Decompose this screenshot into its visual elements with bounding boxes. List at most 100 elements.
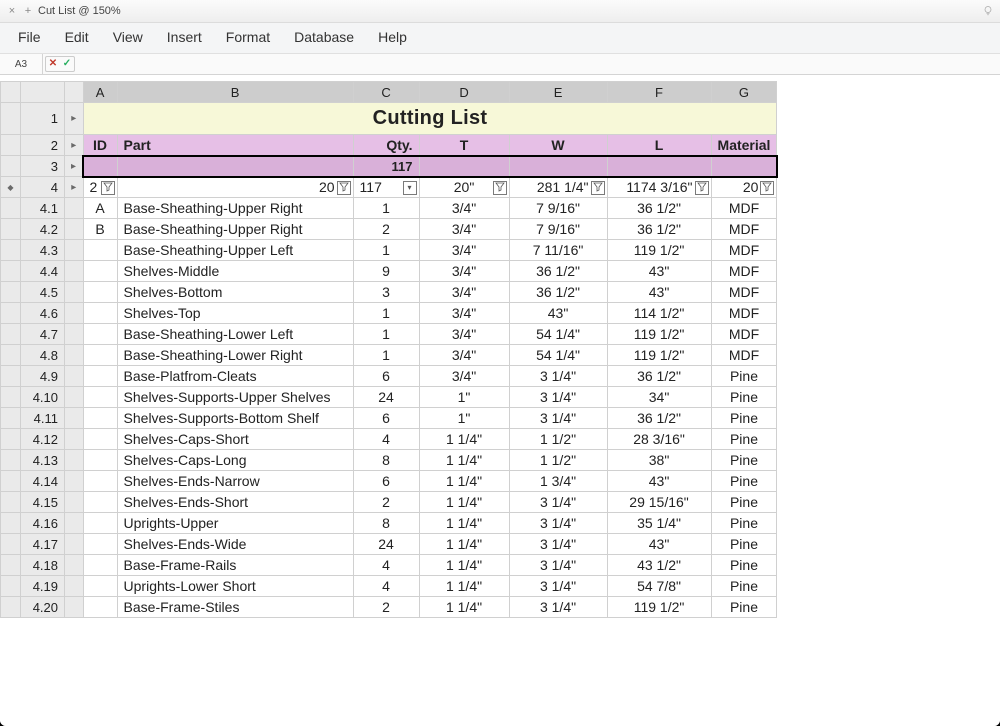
formula-cancel-button[interactable]: ✕ xyxy=(46,57,60,71)
menu-database[interactable]: Database xyxy=(294,29,354,45)
cell-material[interactable]: Pine xyxy=(711,450,777,471)
dropdown-icon[interactable]: ▾ xyxy=(403,181,417,195)
row-header[interactable]: 4.2 xyxy=(21,219,65,240)
cell-w[interactable]: 36 1/2" xyxy=(509,261,607,282)
cell-id[interactable] xyxy=(83,576,117,597)
cell-l[interactable]: 36 1/2" xyxy=(607,408,711,429)
cell-t[interactable]: 1 1/4" xyxy=(419,576,509,597)
cell-id[interactable] xyxy=(83,429,117,450)
close-tab-button[interactable]: × xyxy=(6,5,18,17)
cell[interactable] xyxy=(711,156,777,177)
cell-part[interactable]: Uprights-Upper xyxy=(117,513,353,534)
filter-icon[interactable] xyxy=(760,181,774,195)
summary-t[interactable]: 20" xyxy=(419,177,509,198)
cell-t[interactable]: 3/4" xyxy=(419,366,509,387)
cell-t[interactable]: 1 1/4" xyxy=(419,450,509,471)
cell-material[interactable]: Pine xyxy=(711,429,777,450)
select-all-corner[interactable] xyxy=(1,82,21,103)
cell-material[interactable]: Pine xyxy=(711,555,777,576)
cell-material[interactable]: MDF xyxy=(711,303,777,324)
cell-w[interactable]: 54 1/4" xyxy=(509,345,607,366)
filter-icon[interactable] xyxy=(493,181,507,195)
filter-icon[interactable] xyxy=(695,181,709,195)
cell-w[interactable]: 1 1/2" xyxy=(509,450,607,471)
cell-w[interactable]: 7 9/16" xyxy=(509,198,607,219)
cell-t[interactable]: 1 1/4" xyxy=(419,513,509,534)
cell-part[interactable]: Shelves-Ends-Narrow xyxy=(117,471,353,492)
cell-material[interactable]: MDF xyxy=(711,219,777,240)
row-header[interactable]: 4.12 xyxy=(21,429,65,450)
cell-w[interactable]: 3 1/4" xyxy=(509,597,607,618)
cell-id[interactable] xyxy=(83,282,117,303)
cell-l[interactable]: 54 7/8" xyxy=(607,576,711,597)
cell-qty[interactable]: 2 xyxy=(353,219,419,240)
row-header[interactable]: 4.5 xyxy=(21,282,65,303)
cell-qty[interactable]: 4 xyxy=(353,576,419,597)
cell-w[interactable]: 3 1/4" xyxy=(509,492,607,513)
outline-toggle-icon[interactable]: ▸ xyxy=(65,103,84,135)
cell-t[interactable]: 1 1/4" xyxy=(419,492,509,513)
filter-icon[interactable] xyxy=(101,181,115,195)
cell-qty[interactable]: 8 xyxy=(353,513,419,534)
cell-qty[interactable]: 3 xyxy=(353,282,419,303)
row-header[interactable]: 4.10 xyxy=(21,387,65,408)
cell-w[interactable]: 3 1/4" xyxy=(509,387,607,408)
cell-part[interactable]: Shelves-Ends-Short xyxy=(117,492,353,513)
column-header-F[interactable]: F xyxy=(607,82,711,103)
spreadsheet-grid[interactable]: A B C D E F G 1 ▸ Cutting List 2 ▸ ID xyxy=(0,81,778,618)
cell-qty[interactable]: 4 xyxy=(353,429,419,450)
cell-t[interactable]: 1" xyxy=(419,387,509,408)
cell-part[interactable]: Base-Sheathing-Upper Right xyxy=(117,219,353,240)
cell-part[interactable]: Shelves-Supports-Upper Shelves xyxy=(117,387,353,408)
outline-toggle-icon[interactable]: ▸ xyxy=(65,135,84,156)
cell-qty[interactable]: 24 xyxy=(353,387,419,408)
cell-material[interactable]: MDF xyxy=(711,240,777,261)
cell-part[interactable]: Shelves-Top xyxy=(117,303,353,324)
formula-input[interactable] xyxy=(77,54,1000,74)
row-header[interactable]: 4.11 xyxy=(21,408,65,429)
cell-t[interactable]: 1" xyxy=(419,408,509,429)
cell-material[interactable]: MDF xyxy=(711,324,777,345)
menu-file[interactable]: File xyxy=(18,29,41,45)
summary-qty[interactable]: 117▾ xyxy=(353,177,419,198)
cell-part[interactable]: Base-Sheathing-Lower Left xyxy=(117,324,353,345)
row-header[interactable]: 4.17 xyxy=(21,534,65,555)
header-part[interactable]: Part xyxy=(117,135,353,156)
cell-reference[interactable]: A3 xyxy=(0,54,43,74)
cell-t[interactable]: 3/4" xyxy=(419,240,509,261)
row-header[interactable]: 4.6 xyxy=(21,303,65,324)
menu-help[interactable]: Help xyxy=(378,29,407,45)
cell-id[interactable] xyxy=(83,408,117,429)
cell-qty[interactable]: 1 xyxy=(353,240,419,261)
row-header[interactable]: 4.7 xyxy=(21,324,65,345)
cell-w[interactable]: 43" xyxy=(509,303,607,324)
cell-material[interactable]: Pine xyxy=(711,471,777,492)
menu-insert[interactable]: Insert xyxy=(167,29,202,45)
row-header[interactable]: 4.19 xyxy=(21,576,65,597)
cell-qty[interactable]: 6 xyxy=(353,366,419,387)
cell-w[interactable]: 1 1/2" xyxy=(509,429,607,450)
menu-view[interactable]: View xyxy=(113,29,143,45)
cell-t[interactable]: 1 1/4" xyxy=(419,471,509,492)
row-header[interactable]: 3 xyxy=(21,156,65,177)
column-header-C[interactable]: C xyxy=(353,82,419,103)
cell-part[interactable]: Base-Sheathing-Upper Left xyxy=(117,240,353,261)
header-id[interactable]: ID xyxy=(83,135,117,156)
cell-part[interactable]: Uprights-Lower Short xyxy=(117,576,353,597)
cell-id[interactable] xyxy=(83,534,117,555)
cell-id[interactable] xyxy=(83,261,117,282)
row-header[interactable]: 4.3 xyxy=(21,240,65,261)
cell-l[interactable]: 34" xyxy=(607,387,711,408)
formula-accept-button[interactable]: ✓ xyxy=(60,57,74,71)
cell-part[interactable]: Shelves-Middle xyxy=(117,261,353,282)
cell-w[interactable]: 3 1/4" xyxy=(509,534,607,555)
row-header[interactable]: 4.16 xyxy=(21,513,65,534)
row-header[interactable]: 4.13 xyxy=(21,450,65,471)
row-header[interactable]: 4.18 xyxy=(21,555,65,576)
cell-id[interactable] xyxy=(83,366,117,387)
header-l[interactable]: L xyxy=(607,135,711,156)
row-header[interactable]: 4.4 xyxy=(21,261,65,282)
cell-t[interactable]: 1 1/4" xyxy=(419,429,509,450)
cell-id[interactable] xyxy=(83,450,117,471)
header-t[interactable]: T xyxy=(419,135,509,156)
